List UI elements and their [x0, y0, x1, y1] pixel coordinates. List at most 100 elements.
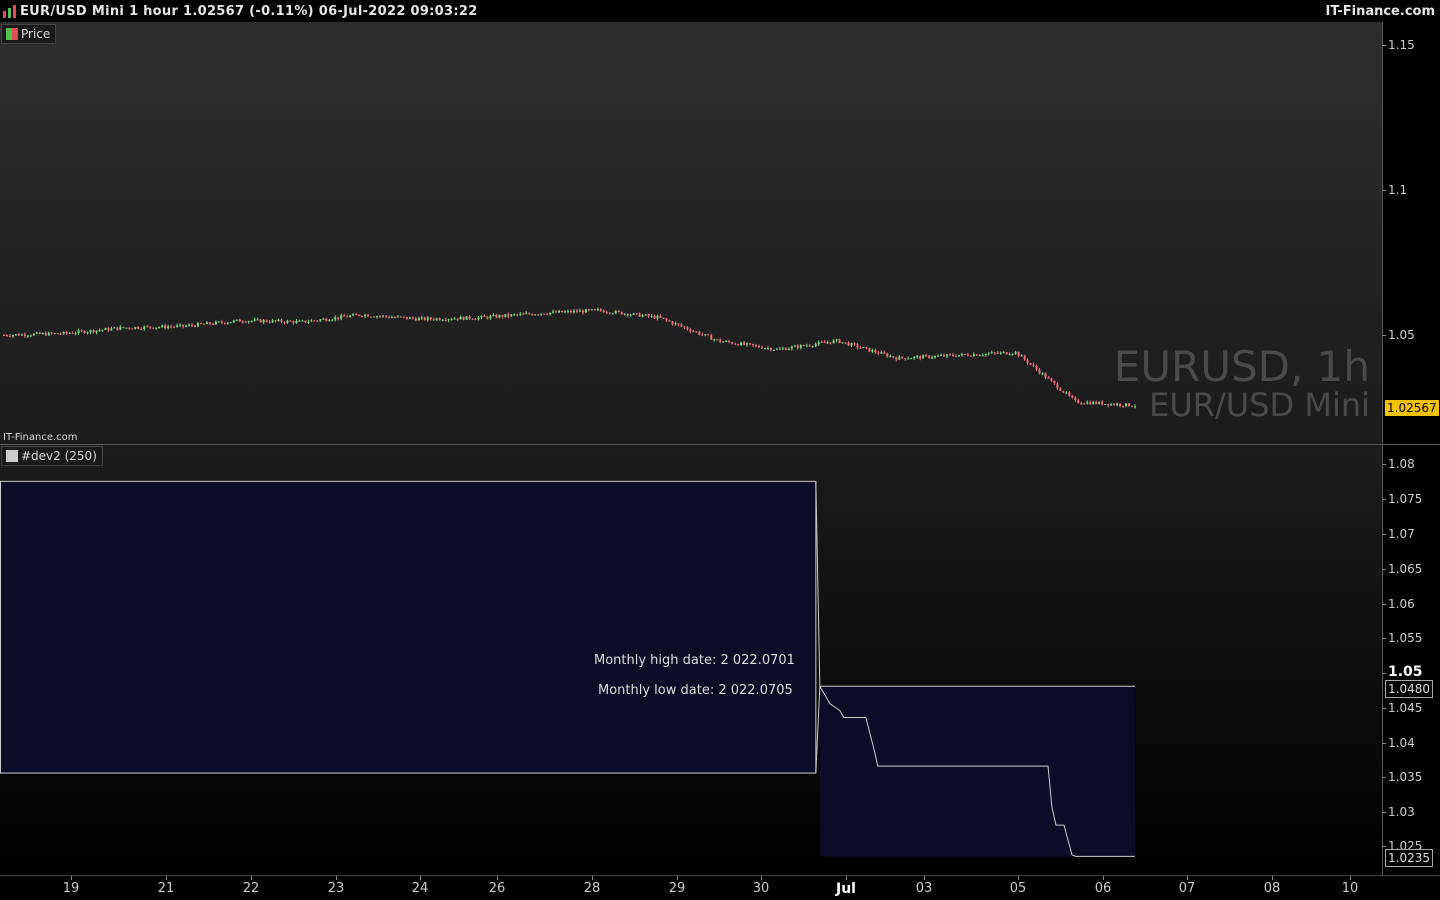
- candle-body: [868, 347, 871, 352]
- candle-body: [32, 333, 35, 336]
- candle-body: [89, 330, 92, 333]
- candle-body: [408, 317, 411, 319]
- candle-body: [1131, 406, 1134, 408]
- candle-body: [951, 354, 954, 356]
- candle-body: [170, 326, 173, 328]
- candle-body: [438, 318, 441, 321]
- candle-body: [179, 324, 182, 326]
- candle-body: [850, 343, 853, 346]
- candle-body: [202, 323, 205, 325]
- candle-body: [125, 327, 128, 329]
- candle-body: [271, 320, 274, 323]
- candle-body: [999, 352, 1002, 354]
- candle-body: [650, 315, 653, 317]
- x-tick-label: Jul: [836, 881, 856, 897]
- x-tick-label: 08: [1263, 881, 1281, 896]
- candle-body: [349, 315, 352, 318]
- price-tick-label: 1.15: [1388, 38, 1415, 52]
- candle-body: [346, 316, 349, 318]
- candle-body: [626, 313, 629, 316]
- x-tick-mark: [251, 876, 252, 880]
- candle-body: [695, 331, 698, 333]
- last-price-tag: 1.02567: [1385, 400, 1439, 416]
- candle-body: [390, 317, 393, 319]
- candle-body: [1107, 403, 1110, 406]
- candle-body: [80, 330, 83, 332]
- candle-body: [241, 321, 244, 323]
- candle-body: [728, 341, 731, 343]
- candle-body: [787, 348, 790, 350]
- candle-body: [432, 319, 435, 321]
- candle-body: [498, 315, 501, 318]
- x-tick-mark: [166, 876, 167, 880]
- candle-body: [337, 317, 340, 319]
- candle-body: [158, 327, 161, 329]
- candle-body: [966, 354, 969, 356]
- x-tick-label: 29: [668, 881, 686, 896]
- indicator-tick-mark: [1382, 673, 1386, 674]
- candle-body: [677, 323, 680, 325]
- indicator-tick-label: 1.07: [1388, 527, 1415, 541]
- candle-body: [331, 319, 334, 321]
- candle-body: [41, 333, 44, 335]
- candle-body: [1095, 401, 1098, 404]
- candle-body: [504, 314, 507, 317]
- candle-body: [590, 309, 593, 311]
- candle-body: [74, 333, 77, 335]
- x-tick-mark: [924, 876, 925, 880]
- candle-body: [1092, 401, 1095, 405]
- time-x-axis[interactable]: [0, 875, 1440, 900]
- candle-body: [367, 314, 370, 317]
- candle-body: [638, 313, 641, 317]
- candle-body: [704, 334, 707, 336]
- candle-body: [844, 342, 847, 344]
- price-pane-label[interactable]: Price: [1, 24, 57, 44]
- candle-body: [384, 315, 387, 317]
- candle-body: [495, 315, 498, 318]
- candle-body: [1098, 401, 1101, 404]
- candle-body: [185, 325, 188, 327]
- chart-canvas: [0, 307, 1136, 857]
- candle-body: [608, 312, 611, 314]
- candle-body: [465, 316, 468, 320]
- price-label-text: Price: [21, 27, 51, 41]
- candle-body: [396, 316, 399, 318]
- candle-body: [793, 345, 796, 347]
- candle-body: [513, 314, 516, 316]
- candle-body: [292, 321, 295, 323]
- indicator-high-tag: 1.0480: [1385, 680, 1433, 698]
- indicator-tick-mark: [1382, 743, 1386, 744]
- candle-body: [1077, 400, 1080, 403]
- candle-body: [1023, 355, 1026, 360]
- candle-body: [113, 327, 116, 329]
- candle-body: [617, 310, 620, 312]
- candle-body: [468, 316, 471, 319]
- box-connector-line: [815, 481, 821, 687]
- candle-body: [232, 320, 235, 323]
- indicator-tick-mark: [1382, 534, 1386, 535]
- candle-body: [889, 356, 892, 358]
- candle-body: [283, 322, 286, 324]
- candle-body: [214, 321, 217, 325]
- candle-body: [328, 320, 331, 322]
- candle-body: [456, 318, 459, 320]
- indicator-tick-mark: [1382, 638, 1386, 639]
- candle-body: [304, 320, 307, 323]
- candle-body: [692, 331, 695, 333]
- candle-body: [188, 324, 191, 326]
- candle-body: [898, 356, 901, 360]
- candle-body: [945, 354, 948, 357]
- candle-body: [191, 324, 194, 326]
- candle-body: [286, 320, 289, 323]
- candle-body: [602, 310, 605, 313]
- candle-body: [435, 318, 438, 320]
- candle-body: [886, 353, 889, 357]
- candle-body: [253, 319, 256, 321]
- indicator-pane-label[interactable]: #dev2 (250): [1, 446, 103, 466]
- candle-body: [164, 325, 167, 329]
- candle-body: [713, 339, 716, 341]
- candle-body: [1083, 403, 1086, 405]
- x-tick-mark: [592, 876, 593, 880]
- candle-body: [552, 311, 555, 313]
- candle-body: [471, 318, 474, 320]
